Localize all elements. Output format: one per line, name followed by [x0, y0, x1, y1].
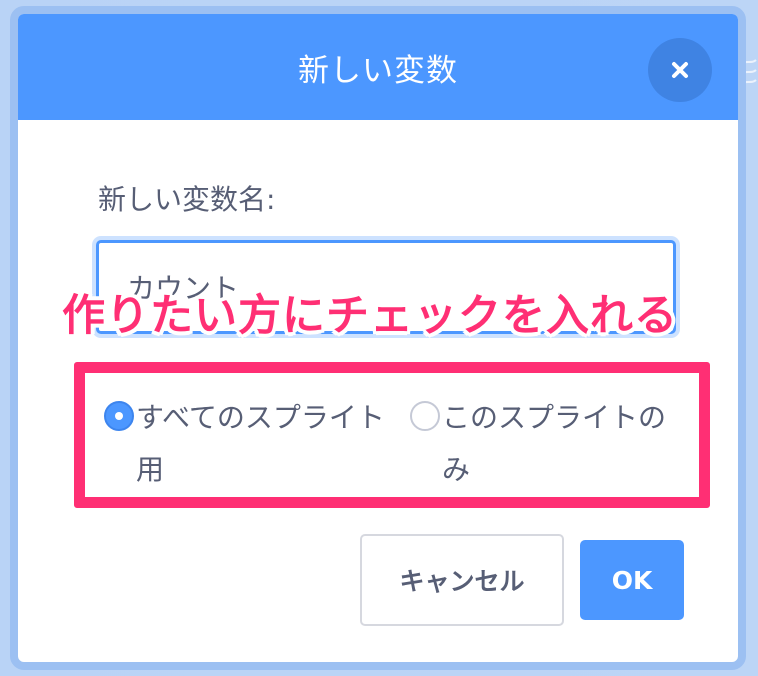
variable-name-label: 新しい変数名: — [98, 183, 276, 216]
radio-selected-icon[interactable] — [104, 401, 134, 431]
radio-this-sprite-only-label: このスプライトのみ — [442, 401, 667, 486]
cancel-button[interactable]: キャンセル — [360, 534, 564, 626]
radio-all-sprites-label: すべてのスプライト用 — [136, 401, 385, 486]
radio-unselected-icon[interactable] — [410, 401, 440, 431]
dialog-title: 新しい変数 — [298, 52, 458, 89]
close-button[interactable] — [648, 38, 712, 102]
ok-button[interactable]: OK — [580, 540, 684, 620]
close-icon — [672, 62, 688, 78]
annotation-text: 作りたい方にチェックを入れる — [62, 291, 678, 341]
dialog-header: 新しい変数 — [18, 14, 738, 120]
radio-all-sprites[interactable]: すべてのスプライト用 — [104, 392, 398, 496]
new-variable-dialog: 新しい変数 新しい変数名: 作りたい方にチェックを入れる すべてのスプライト用 … — [10, 6, 746, 670]
radio-this-sprite-only[interactable]: このスプライトのみ — [410, 392, 686, 496]
